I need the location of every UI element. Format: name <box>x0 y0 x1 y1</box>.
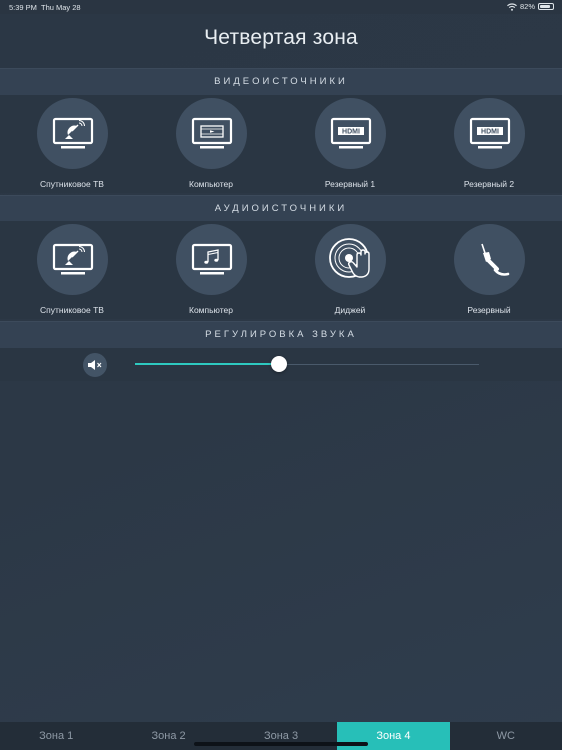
volume-slider-fill <box>135 363 280 365</box>
video-source-reserve-1[interactable]: HDMI Резервный 1 <box>300 95 400 193</box>
status-right: 82% <box>507 2 554 11</box>
audio-source-dj[interactable]: Диджей <box>300 221 400 319</box>
battery-percent: 82% <box>519 2 535 11</box>
dj-turntable-icon <box>315 224 386 295</box>
video-source-label: Компьютер <box>189 179 233 189</box>
status-time: 5:39 PM <box>9 3 37 12</box>
tab-zone-1[interactable]: Зона 1 <box>0 722 112 750</box>
video-source-satellite-tv[interactable]: Спутниковое ТВ <box>22 95 122 193</box>
satellite-tv-icon <box>37 224 108 295</box>
video-source-label: Спутниковое ТВ <box>40 179 104 189</box>
audio-source-computer[interactable]: Компьютер <box>161 221 261 319</box>
video-sources-header: ВИДЕОИСТОЧНИКИ <box>0 68 562 95</box>
video-sources-row: Спутниковое ТВ Компьютер HDMI Резервный … <box>0 95 562 193</box>
audio-source-label: Диджей <box>334 305 366 315</box>
audio-source-satellite-tv[interactable]: Спутниковое ТВ <box>22 221 122 319</box>
wifi-icon <box>507 2 517 11</box>
audio-sources-header: АУДИОИСТОЧНИКИ <box>0 195 562 222</box>
video-source-reserve-2[interactable]: HDMI Резервный 2 <box>439 95 539 193</box>
home-indicator <box>194 742 368 746</box>
video-source-computer[interactable]: Компьютер <box>161 95 261 193</box>
video-source-label: Резервный 1 <box>324 179 376 189</box>
audio-source-label: Спутниковое ТВ <box>40 305 104 315</box>
volume-slider-thumb[interactable] <box>271 356 288 372</box>
computer-music-icon <box>176 224 247 295</box>
volume-header: РЕГУЛИРОВКА ЗВУКА <box>0 321 562 348</box>
status-bar: 5:39 PM Thu May 28 82% <box>0 0 562 14</box>
audio-source-label: Резервный <box>467 305 511 315</box>
mute-button[interactable] <box>83 353 107 377</box>
video-source-label: Резервный 2 <box>463 179 515 189</box>
audio-jack-icon <box>454 224 525 295</box>
audio-sources-row: Спутниковое ТВ Компьютер Диджей Резервны… <box>0 221 562 319</box>
volume-row <box>0 348 562 381</box>
hdmi-icon: HDMI <box>315 98 386 169</box>
hdmi-icon: HDMI <box>454 98 525 169</box>
tab-wc[interactable]: WC <box>450 722 562 750</box>
audio-source-reserve[interactable]: Резервный <box>439 221 539 319</box>
battery-icon <box>538 3 554 10</box>
svg-text:HDMI: HDMI <box>342 128 360 135</box>
mute-icon <box>88 360 102 370</box>
computer-video-icon <box>176 98 247 169</box>
satellite-tv-icon <box>37 98 108 169</box>
audio-source-label: Компьютер <box>189 305 233 315</box>
status-date: Thu May 28 <box>41 3 81 12</box>
volume-slider[interactable] <box>135 356 479 372</box>
svg-text:HDMI: HDMI <box>481 128 499 135</box>
page-title: Четвертая зона <box>204 26 358 49</box>
